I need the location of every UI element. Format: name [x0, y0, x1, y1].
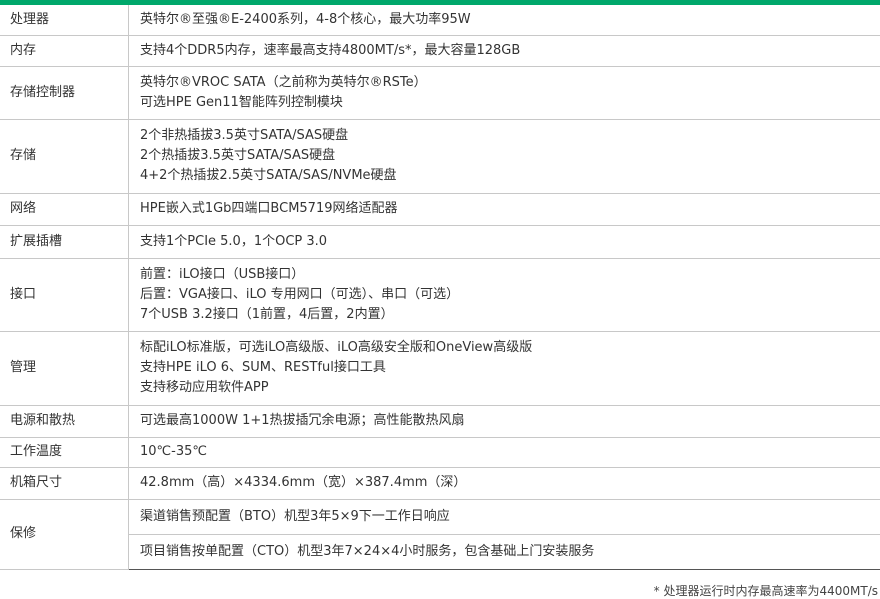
value-line: 英特尔®至强®E-2400系列，4-8个核心，最大功率95W	[140, 11, 471, 27]
row-value: 英特尔®VROC SATA（之前称为英特尔®RSTe） 可选HPE Gen11智…	[128, 66, 880, 120]
value-line: 渠道销售预配置（BTO）机型3年5×9下一工作日响应	[140, 508, 450, 524]
spec-row-operating-temp: 工作温度 10℃-35℃	[0, 437, 880, 468]
value-line: 可选HPE Gen11智能阵列控制模块	[140, 94, 343, 110]
row-value: 项目销售按单配置（CTO）机型3年7×24×4小时服务，包含基础上门安装服务	[128, 534, 880, 570]
value-line: 项目销售按单配置（CTO）机型3年7×24×4小时服务，包含基础上门安装服务	[140, 543, 595, 559]
spec-row-chassis-size: 机箱尺寸 42.8mm（高）×4334.6mm（宽）×387.4mm（深）	[0, 467, 880, 500]
spec-row-warranty-bto: 保修 渠道销售预配置（BTO）机型3年5×9下一工作日响应	[0, 499, 880, 570]
row-value: 可选最高1000W 1+1热拔插冗余电源；高性能散热风扇	[128, 405, 880, 438]
value-line: 前置：iLO接口（USB接口）	[140, 266, 305, 282]
footnote: * 处理器运行时内存最高速率为4400MT/s	[653, 584, 878, 598]
row-label: 机箱尺寸	[0, 467, 129, 500]
spec-row-storage: 存储 2个非热插拔3.5英寸SATA/SAS硬盘 2个热插拔3.5英寸SATA/…	[0, 119, 880, 194]
spec-row-storage-controller: 存储控制器 英特尔®VROC SATA（之前称为英特尔®RSTe） 可选HPE …	[0, 66, 880, 120]
row-value: 前置：iLO接口（USB接口） 后置：VGA接口、iLO 专用网口（可选）、串口…	[128, 258, 880, 332]
spec-table: 处理器 英特尔®至强®E-2400系列，4-8个核心，最大功率95W 内存 支持…	[0, 5, 880, 570]
value-line: 英特尔®VROC SATA（之前称为英特尔®RSTe）	[140, 74, 427, 90]
value-line: 2个非热插拔3.5英寸SATA/SAS硬盘	[140, 128, 349, 143]
spec-row-network: 网络 HPE嵌入式1Gb四端口BCM5719网络适配器	[0, 193, 880, 226]
value-line: 后置：VGA接口、iLO 专用网口（可选）、串口（可选）	[140, 286, 460, 302]
value-line: 7个USB 3.2接口（1前置，4后置，2内置）	[140, 306, 394, 322]
value-line: 支持4个DDR5内存，速率最高支持4800MT/s*，最大容量128GB	[140, 42, 521, 58]
row-label: 内存	[0, 35, 129, 67]
spec-row-expansion-slots: 扩展插槽 支持1个PCIe 5.0，1个OCP 3.0	[0, 225, 880, 259]
row-value: 英特尔®至强®E-2400系列，4-8个核心，最大功率95W	[128, 5, 880, 36]
row-label: 管理	[0, 331, 129, 406]
value-line: 支持移动应用软件APP	[140, 380, 269, 395]
spec-row-interfaces: 接口 前置：iLO接口（USB接口） 后置：VGA接口、iLO 专用网口（可选）…	[0, 258, 880, 332]
row-value: 10℃-35℃	[128, 437, 880, 468]
value-line: 10℃-35℃	[140, 444, 207, 459]
row-label: 处理器	[0, 5, 129, 36]
value-line: 42.8mm（高）×4334.6mm（宽）×387.4mm（深）	[140, 475, 467, 490]
row-value: 渠道销售预配置（BTO）机型3年5×9下一工作日响应	[128, 499, 880, 535]
spec-row-warranty-cto: 项目销售按单配置（CTO）机型3年7×24×4小时服务，包含基础上门安装服务	[0, 534, 880, 570]
row-value: 支持4个DDR5内存，速率最高支持4800MT/s*，最大容量128GB	[128, 35, 880, 67]
value-line: 标配iLO标准版，可选iLO高级版、iLO高级安全版和OneView高级版	[140, 340, 533, 355]
row-label: 存储控制器	[0, 66, 129, 120]
spec-row-memory: 内存 支持4个DDR5内存，速率最高支持4800MT/s*，最大容量128GB	[0, 35, 880, 67]
row-label: 网络	[0, 193, 129, 226]
value-line: 2个热插拔3.5英寸SATA/SAS硬盘	[140, 148, 336, 163]
row-label: 接口	[0, 258, 129, 332]
spec-row-power-cooling: 电源和散热 可选最高1000W 1+1热拔插冗余电源；高性能散热风扇	[0, 405, 880, 438]
row-label: 存储	[0, 119, 129, 194]
value-line: 支持1个PCIe 5.0，1个OCP 3.0	[140, 233, 328, 249]
row-value: HPE嵌入式1Gb四端口BCM5719网络适配器	[128, 193, 880, 226]
row-value: 2个非热插拔3.5英寸SATA/SAS硬盘 2个热插拔3.5英寸SATA/SAS…	[128, 119, 880, 194]
row-label: 电源和散热	[0, 405, 129, 438]
row-label: 扩展插槽	[0, 225, 129, 259]
value-line: 支持HPE iLO 6、SUM、RESTful接口工具	[140, 360, 386, 375]
row-label: 工作温度	[0, 437, 129, 468]
row-value: 42.8mm（高）×4334.6mm（宽）×387.4mm（深）	[128, 467, 880, 500]
row-label: 保修	[0, 499, 129, 570]
spec-row-cpu: 处理器 英特尔®至强®E-2400系列，4-8个核心，最大功率95W	[0, 5, 880, 36]
value-line: 4+2个热插拔2.5英寸SATA/SAS/NVMe硬盘	[140, 168, 397, 183]
row-value: 标配iLO标准版，可选iLO高级版、iLO高级安全版和OneView高级版 支持…	[128, 331, 880, 406]
spec-row-management: 管理 标配iLO标准版，可选iLO高级版、iLO高级安全版和OneView高级版…	[0, 331, 880, 406]
value-line: HPE嵌入式1Gb四端口BCM5719网络适配器	[140, 201, 398, 216]
row-value: 支持1个PCIe 5.0，1个OCP 3.0	[128, 225, 880, 259]
value-line: 可选最高1000W 1+1热拔插冗余电源；高性能散热风扇	[140, 413, 465, 428]
